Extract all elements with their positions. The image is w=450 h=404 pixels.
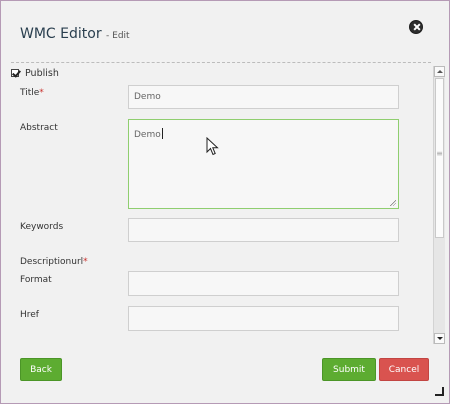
- wmc-editor-dialog: WMC Editor - Edit Publish Title* Abstrac…: [0, 0, 450, 404]
- dialog-title-text: WMC Editor: [20, 26, 102, 42]
- title-input[interactable]: [128, 85, 399, 109]
- keywords-input[interactable]: [128, 218, 399, 242]
- abstract-label: Abstract: [20, 123, 58, 133]
- text-caret: [161, 128, 163, 139]
- title-label-text: Title: [20, 88, 40, 98]
- keywords-label: Keywords: [20, 222, 64, 232]
- href-input[interactable]: [128, 306, 399, 331]
- dialog-resize-icon[interactable]: [435, 387, 444, 396]
- href-label: Href: [20, 310, 39, 320]
- back-button[interactable]: Back: [20, 358, 62, 381]
- publish-label: Publish: [25, 68, 59, 79]
- cancel-button[interactable]: Cancel: [379, 358, 429, 381]
- submit-button[interactable]: Submit: [322, 358, 376, 381]
- header-divider: [11, 62, 431, 63]
- scrollbar-thumb[interactable]: [435, 78, 444, 238]
- mouse-pointer-icon: [206, 137, 219, 156]
- format-input[interactable]: [128, 271, 399, 296]
- descriptionurl-label-text: Descriptionurl: [20, 257, 84, 267]
- format-label: Format: [20, 275, 52, 285]
- descriptionurl-required-mark: *: [83, 257, 88, 267]
- form-scrollbar[interactable]: [433, 66, 445, 344]
- dialog-subtitle: - Edit: [106, 31, 130, 41]
- textarea-resize-grip[interactable]: [389, 199, 396, 206]
- abstract-textarea[interactable]: Demo: [128, 119, 399, 209]
- publish-checkbox[interactable]: [11, 69, 19, 77]
- abstract-value: Demo: [134, 130, 161, 140]
- close-icon[interactable]: [409, 20, 423, 34]
- title-required-mark: *: [39, 88, 44, 98]
- scroll-down-icon[interactable]: [434, 333, 445, 344]
- title-label: Title*: [20, 88, 44, 98]
- descriptionurl-label: Descriptionurl*: [20, 257, 88, 267]
- scroll-up-icon[interactable]: [434, 66, 445, 77]
- dialog-title: WMC Editor - Edit: [20, 26, 130, 42]
